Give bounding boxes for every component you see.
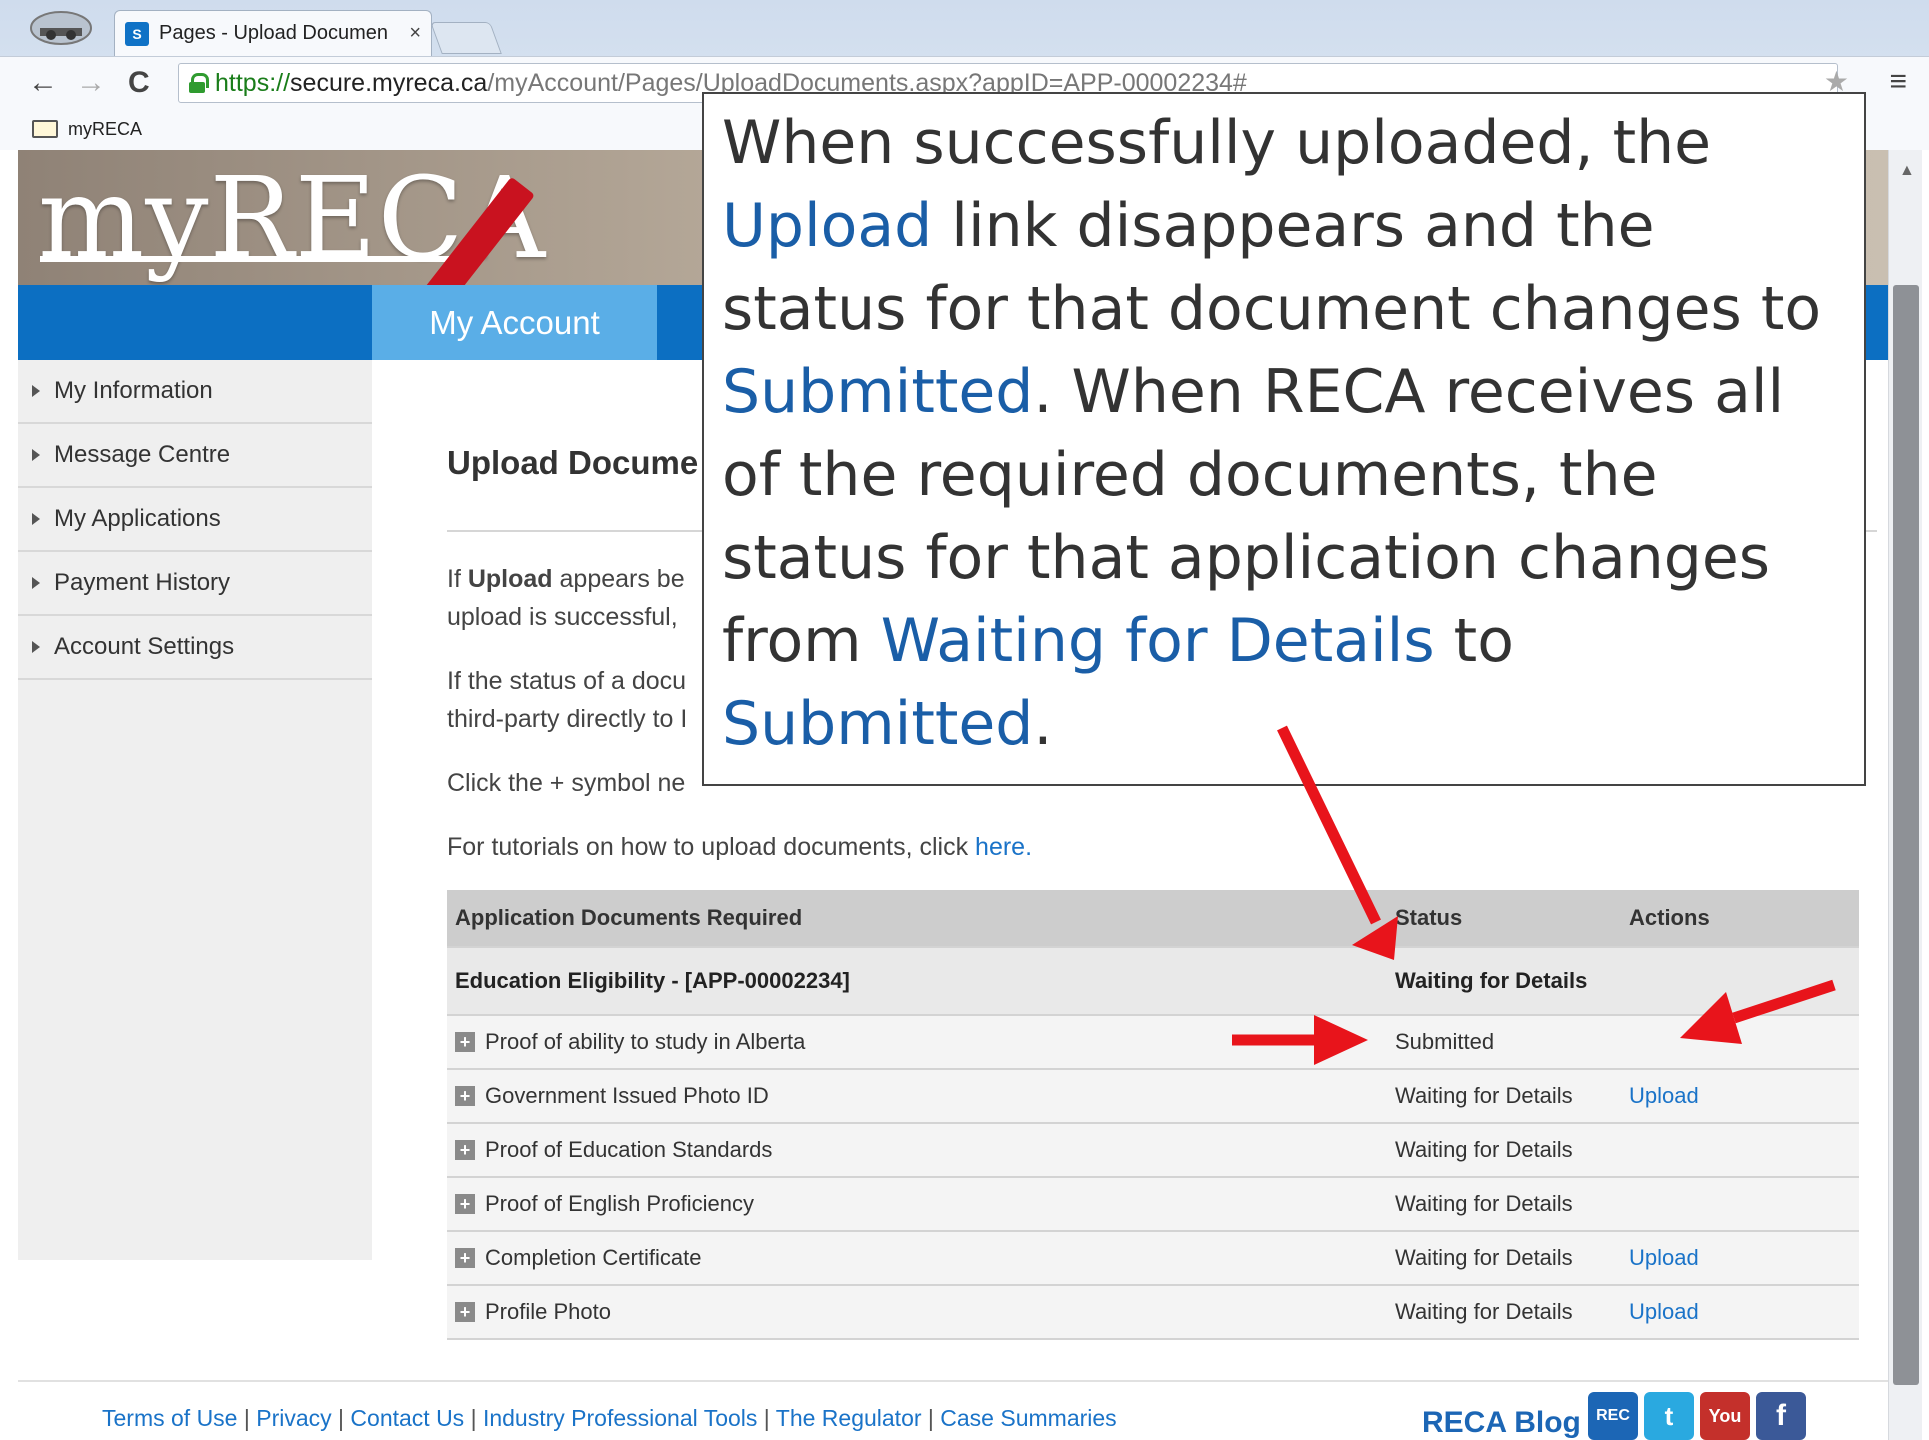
tab-title: Pages - Upload Documen <box>159 22 389 44</box>
bookmark-myreca[interactable]: myRECA <box>68 119 142 140</box>
youtube-icon[interactable]: You <box>1700 1392 1750 1440</box>
incognito-profile-icon[interactable] <box>26 6 96 52</box>
sidebar-item-payment-history[interactable]: Payment History <box>18 552 372 616</box>
logo-underline <box>40 256 468 262</box>
forward-icon[interactable]: → <box>76 65 106 101</box>
sidebar-item-my-information[interactable]: My Information <box>18 360 372 424</box>
back-icon[interactable]: ← <box>28 65 58 101</box>
footer-link-privacy[interactable]: Privacy <box>256 1405 331 1431</box>
sidebar-item-message-centre[interactable]: Message Centre <box>18 424 372 488</box>
callout-text: When successfully uploaded, the Upload l… <box>722 108 1822 759</box>
expand-plus-icon[interactable]: + <box>455 1194 475 1214</box>
table-header: Application Documents Required Status Ac… <box>447 890 1859 948</box>
upload-link[interactable]: Upload <box>1629 1083 1859 1109</box>
footer-links: Terms of Use | Privacy | Contact Us | In… <box>102 1405 1117 1431</box>
instructions-upload: If Upload appears be upload is successfu… <box>447 565 685 631</box>
instructions-status: If the status of a docu third-party dire… <box>447 667 688 733</box>
scroll-thumb[interactable] <box>1893 285 1919 1385</box>
document-name: Completion Certificate <box>485 1245 702 1270</box>
twitter-icon[interactable]: t <box>1644 1392 1694 1440</box>
document-status: Waiting for Details <box>1395 1191 1573 1216</box>
expand-plus-icon[interactable]: + <box>455 1302 475 1322</box>
tab-close-icon[interactable]: × <box>409 22 421 45</box>
footer-link-industry-tools[interactable]: Industry Professional Tools <box>483 1405 757 1431</box>
document-status: Waiting for Details <box>1395 1245 1573 1270</box>
browser-tab[interactable]: S Pages - Upload Documen × <box>114 10 432 56</box>
application-name: Education Eligibility - [APP-00002234] <box>455 968 850 993</box>
facebook-icon[interactable]: f <box>1756 1392 1806 1440</box>
reload-icon[interactable]: C <box>128 65 150 101</box>
document-name: Proof of English Proficiency <box>485 1191 755 1216</box>
table-row: + Proof of Education Standards Waiting fo… <box>447 1124 1859 1178</box>
reca-blog-link[interactable]: RECA Blog <box>1422 1406 1581 1440</box>
lock-icon <box>189 73 209 93</box>
header-actions: Actions <box>1629 905 1710 930</box>
document-name: Proof of ability to study in Alberta <box>485 1029 806 1054</box>
table-row: + Proof of English Proficiency Waiting fo… <box>447 1178 1859 1232</box>
footer-link-terms[interactable]: Terms of Use <box>102 1405 237 1431</box>
documents-table: Application Documents Required Status Ac… <box>447 890 1859 1340</box>
document-name: Government Issued Photo ID <box>485 1083 769 1108</box>
expand-plus-icon[interactable]: + <box>455 1140 475 1160</box>
document-name: Proof of Education Standards <box>485 1137 773 1162</box>
header-status: Status <box>1395 905 1463 930</box>
vertical-scrollbar[interactable]: ▲ <box>1888 150 1922 1440</box>
document-status: Waiting for Details <box>1395 1137 1573 1162</box>
tutorials-link[interactable]: here. <box>975 833 1032 861</box>
expand-triangle-icon <box>32 641 40 653</box>
application-group-row: Education Eligibility - [APP-00002234] W… <box>447 948 1859 1016</box>
nav-my-account[interactable]: My Account <box>372 285 657 360</box>
upload-link[interactable]: Upload <box>1629 1245 1859 1271</box>
expand-plus-icon[interactable]: + <box>455 1248 475 1268</box>
expand-triangle-icon <box>32 385 40 397</box>
document-status: Waiting for Details <box>1395 1299 1573 1324</box>
table-row: + Proof of ability to study in Alberta Su… <box>447 1016 1859 1070</box>
instructions-tutorials: For tutorials on how to upload documents… <box>447 833 1033 861</box>
expand-triangle-icon <box>32 513 40 525</box>
callout-box: When successfully uploaded, the Upload l… <box>702 92 1866 786</box>
header-documents: Application Documents Required <box>455 905 803 930</box>
footer-link-case-summaries[interactable]: Case Summaries <box>940 1405 1116 1431</box>
expand-triangle-icon <box>32 577 40 589</box>
instructions-plus: Click the + symbol ne <box>447 769 686 797</box>
document-status: Submitted <box>1395 1029 1495 1054</box>
expand-plus-icon[interactable]: + <box>455 1032 475 1052</box>
reca-social-icon[interactable]: REC <box>1588 1392 1638 1440</box>
application-status: Waiting for Details <box>1395 968 1588 993</box>
expand-plus-icon[interactable]: + <box>455 1086 475 1106</box>
folder-icon <box>32 120 58 138</box>
menu-icon[interactable]: ≡ <box>1889 65 1907 99</box>
footer-link-regulator[interactable]: The Regulator <box>776 1405 922 1431</box>
page-title: Upload Docume <box>447 444 699 481</box>
table-row: + Profile Photo Waiting for Details Uploa… <box>447 1286 1859 1340</box>
expand-triangle-icon <box>32 449 40 461</box>
document-status: Waiting for Details <box>1395 1083 1573 1108</box>
sharepoint-favicon-icon: S <box>125 21 149 46</box>
table-row: + Government Issued Photo ID Waiting for … <box>447 1070 1859 1124</box>
upload-link[interactable]: Upload <box>1629 1299 1859 1325</box>
scroll-up-icon[interactable]: ▲ <box>1899 162 1915 180</box>
document-name: Profile Photo <box>485 1299 611 1324</box>
new-tab-button[interactable] <box>430 22 502 54</box>
sidebar-item-my-applications[interactable]: My Applications <box>18 488 372 552</box>
sidebar: My Information Message Centre My Applica… <box>18 360 372 1260</box>
footer-divider <box>18 1380 1888 1382</box>
sidebar-item-account-settings[interactable]: Account Settings <box>18 616 372 680</box>
table-row: + Completion Certificate Waiting for Deta… <box>447 1232 1859 1286</box>
footer-link-contact[interactable]: Contact Us <box>350 1405 464 1431</box>
